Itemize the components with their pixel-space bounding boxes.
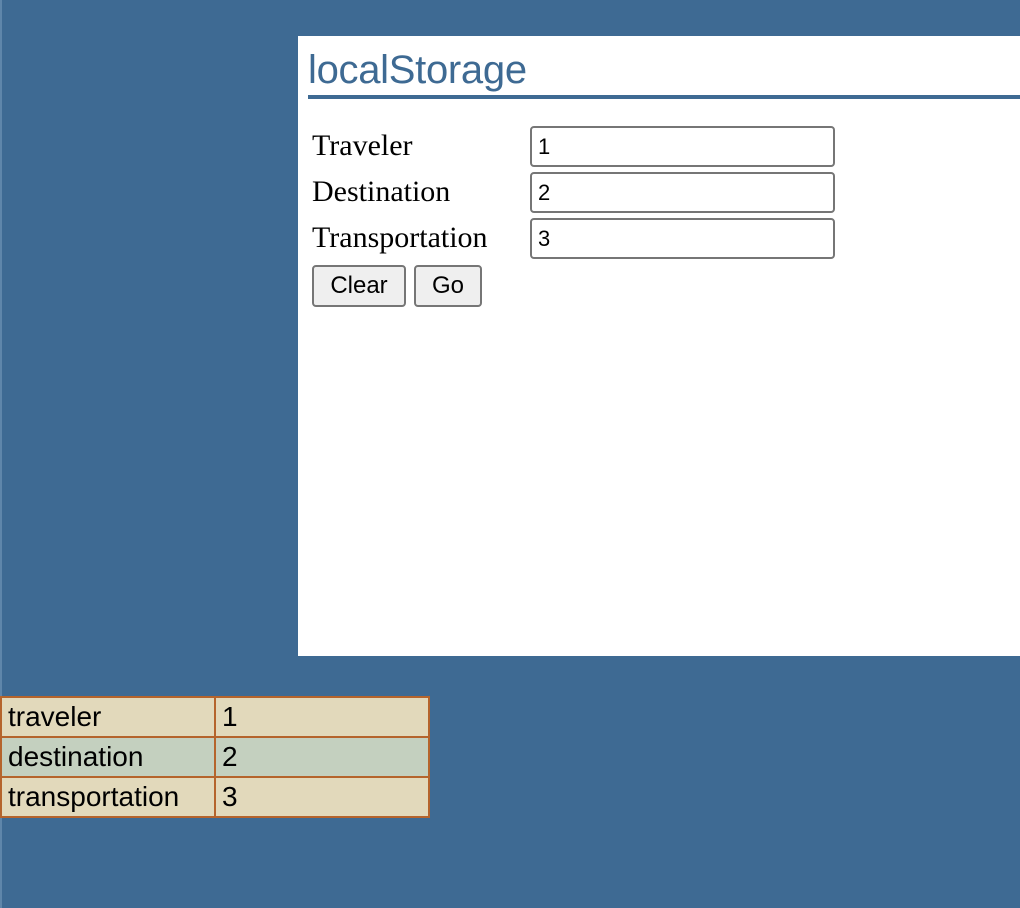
table-row: destination 2 — [0, 736, 430, 778]
form-row-destination: Destination — [312, 172, 852, 213]
table-cell-value: 1 — [214, 696, 430, 738]
transportation-label: Transportation — [312, 221, 488, 254]
table-cell-key: destination — [0, 736, 216, 778]
destination-label: Destination — [312, 175, 451, 208]
storage-table: traveler 1 destination 2 transportation … — [0, 696, 430, 818]
table-cell-value: 3 — [214, 776, 430, 818]
form-row-traveler: Traveler — [312, 126, 852, 167]
table-cell-key: transportation — [0, 776, 216, 818]
storage-form-panel: localStorage Traveler Destination Transp… — [298, 36, 1020, 656]
table-row: traveler 1 — [0, 696, 430, 738]
table-cell-key: traveler — [0, 696, 216, 738]
form-row-transportation: Transportation — [312, 218, 852, 259]
traveler-label: Traveler — [312, 129, 413, 162]
title-underline — [308, 95, 1020, 99]
transportation-input[interactable] — [530, 218, 835, 259]
table-cell-value: 2 — [214, 736, 430, 778]
go-button[interactable]: Go — [414, 265, 482, 307]
traveler-input[interactable] — [530, 126, 835, 167]
page-title: localStorage — [308, 48, 527, 92]
table-row: transportation 3 — [0, 776, 430, 818]
clear-button[interactable]: Clear — [312, 265, 406, 307]
destination-input[interactable] — [530, 172, 835, 213]
